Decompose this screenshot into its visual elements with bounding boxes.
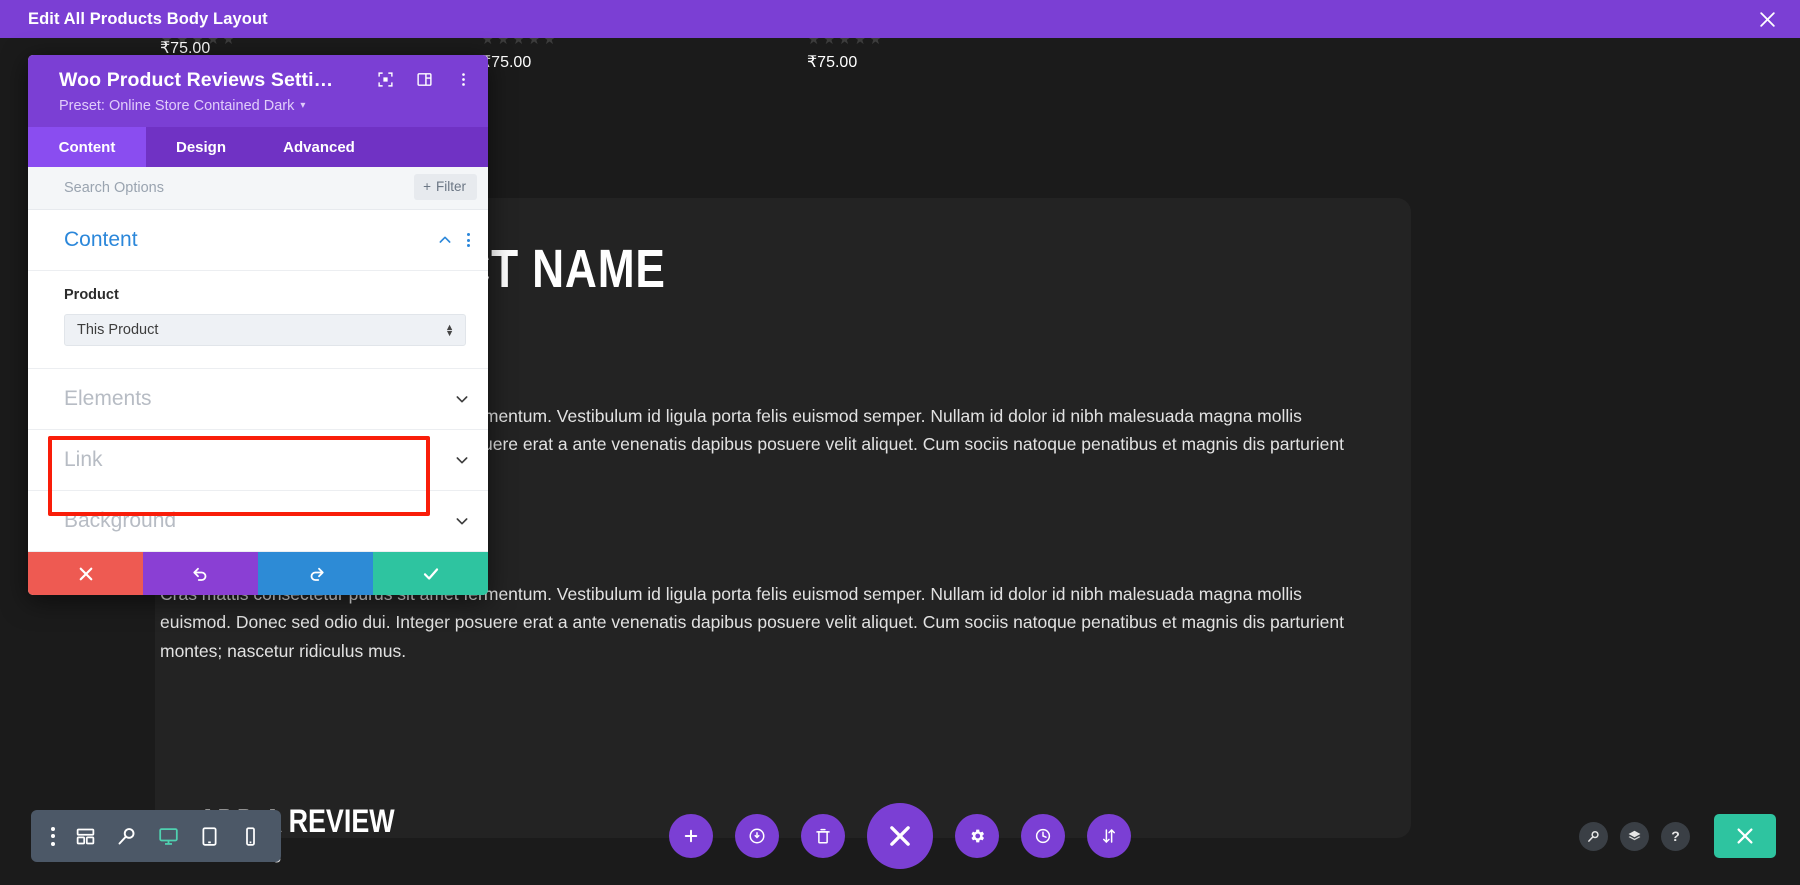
product-rating-stars: ★★★★★ bbox=[807, 38, 884, 48]
stepper-arrows-icon: ▲▼ bbox=[445, 324, 454, 336]
chevron-down-icon[interactable] bbox=[454, 391, 470, 407]
trash-icon[interactable] bbox=[801, 814, 845, 858]
modal-body: Content Product This Product ▲▼ bbox=[28, 210, 488, 552]
gear-icon[interactable] bbox=[955, 814, 999, 858]
help-icon[interactable]: ? bbox=[1661, 822, 1690, 851]
product-rating-stars: ★★★★★ bbox=[481, 38, 558, 48]
chevron-down-icon: ▾ bbox=[300, 101, 305, 111]
zoom-icon[interactable] bbox=[1579, 822, 1608, 851]
save-button[interactable] bbox=[373, 552, 488, 595]
wireframe-icon[interactable] bbox=[75, 826, 96, 847]
desktop-icon[interactable] bbox=[158, 826, 179, 847]
modal-header-actions bbox=[377, 71, 472, 88]
chevron-down-icon[interactable] bbox=[454, 452, 470, 468]
screen-root: Edit All Products Body Layout ★★★★★ ★★★★… bbox=[0, 0, 1800, 885]
exit-builder-button[interactable] bbox=[1714, 814, 1776, 858]
filter-button[interactable]: + Filter bbox=[414, 174, 477, 200]
close-icon[interactable] bbox=[1754, 6, 1780, 32]
product-price: ₹75.00 bbox=[481, 52, 531, 72]
kebab-menu-icon[interactable] bbox=[455, 71, 472, 88]
product-price: ₹75.00 bbox=[807, 52, 857, 72]
kebab-menu-icon[interactable] bbox=[467, 233, 470, 247]
plus-icon[interactable] bbox=[669, 814, 713, 858]
tablet-icon[interactable] bbox=[199, 826, 220, 847]
modal-tabs: Content Design Advanced bbox=[28, 127, 488, 167]
product-field-label: Product bbox=[64, 287, 466, 303]
modal-footer bbox=[28, 552, 488, 595]
layout-panel-icon[interactable] bbox=[416, 71, 433, 88]
history-clock-icon[interactable] bbox=[1021, 814, 1065, 858]
section-controls bbox=[437, 232, 470, 248]
page-title: Edit All Products Body Layout bbox=[28, 10, 268, 29]
redo-button[interactable] bbox=[258, 552, 373, 595]
section-title: Background bbox=[64, 509, 176, 533]
plus-icon: + bbox=[423, 179, 431, 194]
product-select-value: This Product bbox=[77, 322, 158, 338]
search-row: + Filter bbox=[28, 167, 488, 210]
focus-target-icon[interactable] bbox=[377, 71, 394, 88]
tab-design[interactable]: Design bbox=[146, 127, 256, 167]
preset-label: Preset: Online Store Contained Dark bbox=[59, 98, 294, 114]
search-input[interactable] bbox=[64, 180, 344, 196]
section-header-link[interactable]: Link bbox=[28, 430, 488, 491]
view-mode-toolbar bbox=[31, 810, 281, 862]
tab-content[interactable]: Content bbox=[28, 127, 146, 167]
section-header-content[interactable]: Content bbox=[28, 210, 488, 271]
chevron-down-icon[interactable] bbox=[454, 513, 470, 529]
filter-label: Filter bbox=[436, 179, 466, 194]
section-title: Elements bbox=[64, 387, 152, 411]
tab-advanced[interactable]: Advanced bbox=[256, 127, 382, 167]
product-field-group: Product This Product ▲▼ bbox=[28, 271, 488, 369]
power-icon[interactable] bbox=[735, 814, 779, 858]
chevron-up-icon[interactable] bbox=[437, 232, 453, 248]
section-title: Link bbox=[64, 448, 103, 472]
section-header-elements[interactable]: Elements bbox=[28, 369, 488, 430]
cancel-button[interactable] bbox=[28, 552, 143, 595]
sort-updown-icon[interactable] bbox=[1087, 814, 1131, 858]
module-settings-modal: Woo Product Reviews Setti… Preset: Onlin… bbox=[28, 55, 488, 595]
kebab-menu-icon[interactable] bbox=[51, 827, 55, 846]
editor-top-bar: Edit All Products Body Layout bbox=[0, 0, 1800, 38]
section-title: Content bbox=[64, 228, 138, 252]
section-header-background[interactable]: Background bbox=[28, 491, 488, 552]
zoom-icon[interactable] bbox=[116, 826, 137, 847]
preset-selector[interactable]: Preset: Online Store Contained Dark ▾ bbox=[59, 98, 305, 114]
phone-icon[interactable] bbox=[240, 826, 261, 847]
builder-utility-bar: ? bbox=[1579, 810, 1776, 862]
close-x-icon[interactable] bbox=[867, 803, 933, 869]
product-select[interactable]: This Product ▲▼ bbox=[64, 314, 466, 346]
layers-icon[interactable] bbox=[1620, 822, 1649, 851]
undo-button[interactable] bbox=[143, 552, 258, 595]
modal-header: Woo Product Reviews Setti… Preset: Onlin… bbox=[28, 55, 488, 127]
